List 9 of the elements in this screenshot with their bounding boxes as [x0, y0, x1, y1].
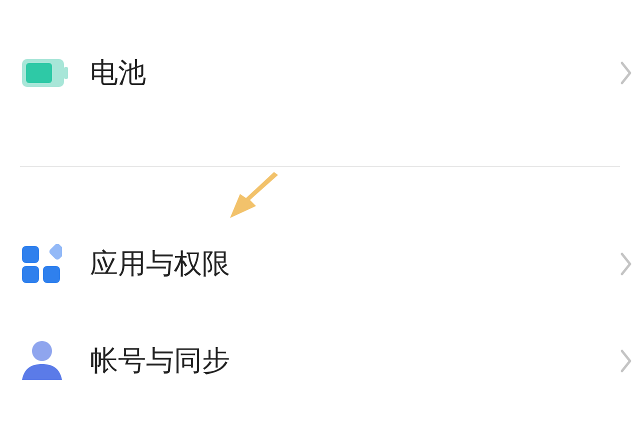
person-icon: [22, 340, 62, 382]
chevron-right-icon: [620, 252, 632, 276]
setting-label[interactable]: 帐号与同步: [90, 346, 230, 374]
chevron-right-icon: [620, 60, 632, 84]
battery-icon: [22, 58, 68, 86]
setting-label[interactable]: 应用与权限: [90, 250, 230, 278]
chevron-right-icon: [620, 348, 632, 372]
apps-grid-icon: [22, 244, 62, 284]
setting-label[interactable]: 电池: [90, 58, 146, 86]
